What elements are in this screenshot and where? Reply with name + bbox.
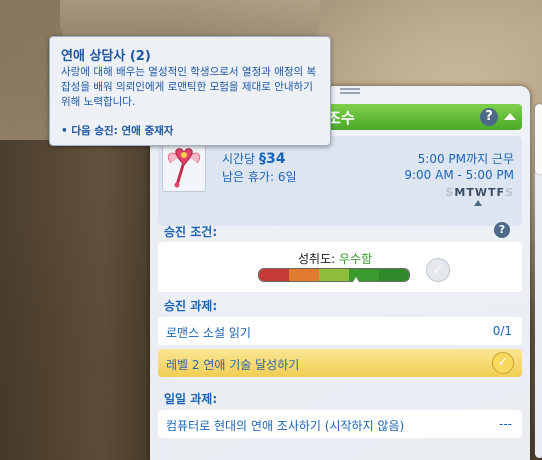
daily-task-row[interactable]: 컴퓨터로 현대의 연애 조사하기 (시작하지 않음) --- xyxy=(158,410,522,438)
daily-tasks-header: 일일 과제: xyxy=(164,392,218,406)
performance-key: 성취도: xyxy=(298,252,336,266)
background-chair xyxy=(0,140,170,460)
meter-segment xyxy=(379,269,409,281)
scrollbar-thumb[interactable] xyxy=(535,104,542,174)
help-icon[interactable]: ? xyxy=(480,108,498,126)
tooltip-description: 사랑에 대해 배우는 열성적인 학생으로서 열정과 애정의 복잡성을 배워 의뢰… xyxy=(61,66,317,108)
performance-value: 우수함 xyxy=(339,252,373,266)
tooltip-next-promotion: • 다음 승진: 연애 중재자 xyxy=(61,125,174,137)
hourly-wage: 시간당 §34 xyxy=(222,150,285,167)
weekday-5: F xyxy=(496,186,506,199)
performance-box: 성취도: 우수함 ✓ xyxy=(158,242,522,292)
work-hours: 9:00 AM - 5:00 PM xyxy=(404,168,514,182)
daily-task-label: 컴퓨터로 현대의 연애 조사하기 (시작하지 않음) xyxy=(166,419,405,433)
career-info: 시간당 §34 남은 휴가: 6일 5:00 PM까지 근무 9:00 AM -… xyxy=(158,136,522,226)
panel-drag-handle[interactable] xyxy=(340,88,360,94)
promotion-help-icon[interactable]: ? xyxy=(494,222,510,238)
meter-segment xyxy=(289,269,319,281)
weekday-3: W xyxy=(474,186,489,199)
weekday-4: T xyxy=(488,186,497,199)
promotion-tasks-header: 승진 과제: xyxy=(164,299,218,313)
collapse-icon[interactable] xyxy=(504,113,516,120)
hourly-amount: §34 xyxy=(258,151,286,167)
task-label: 로맨스 소설 읽기 xyxy=(166,326,251,340)
scrollbar[interactable] xyxy=(535,104,542,458)
work-until: 5:00 PM까지 근무 xyxy=(417,152,514,166)
vacation-days: 남은 휴가: 6일 xyxy=(222,170,297,184)
today-marker-icon xyxy=(474,200,482,206)
performance-marker-icon xyxy=(350,277,361,285)
performance-meter xyxy=(258,268,410,282)
task-progress: 0/1 xyxy=(492,324,512,338)
checkmark-icon: ✓ xyxy=(426,258,450,282)
performance-label: 성취도: 우수함 xyxy=(298,250,372,267)
task-row-complete[interactable]: 레벨 2 연애 기술 달성하기 ✓ xyxy=(158,349,522,377)
complete-check-icon: ✓ xyxy=(492,352,514,374)
daily-task-status: --- xyxy=(499,417,512,431)
meter-segment xyxy=(319,269,349,281)
weekday-2: T xyxy=(466,186,475,199)
career-heart-wand-icon xyxy=(162,144,206,192)
meter-segment xyxy=(259,269,289,281)
weekday-1: M xyxy=(454,186,467,199)
task-label: 레벨 2 연애 기술 달성하기 xyxy=(166,358,300,372)
task-row[interactable]: 로맨스 소설 읽기 0/1 xyxy=(158,317,522,345)
hourly-label: 시간당 xyxy=(222,152,256,166)
work-days: SMTWTFS xyxy=(445,186,514,199)
promotion-header: 승진 조건: xyxy=(164,225,218,239)
career-level-tooltip: 연애 상담사 (2) 사랑에 대해 배우는 열성적인 학생으로서 열정과 애정의… xyxy=(49,36,331,146)
tooltip-title: 연애 상담사 (2) xyxy=(61,49,151,64)
weekday-6: S xyxy=(505,186,514,199)
